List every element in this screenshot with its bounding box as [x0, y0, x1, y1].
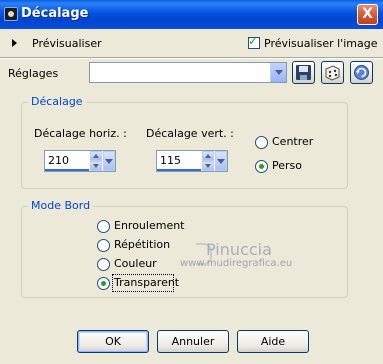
center-radio[interactable] [255, 136, 268, 149]
settings-dropdown[interactable] [89, 62, 287, 83]
spin-down-icon[interactable] [90, 161, 102, 171]
vertical-offset-label: Décalage vert. : [146, 127, 234, 140]
random-dice-icon [325, 65, 340, 81]
slider-track[interactable] [157, 169, 201, 171]
repeat-radio[interactable] [97, 239, 110, 252]
watermark-name: Pinuccia [206, 240, 272, 259]
transparent-radio-label[interactable]: Transparent [114, 276, 179, 289]
save-icon [296, 65, 311, 80]
transparent-radio[interactable] [97, 277, 110, 290]
checkmark-icon: ✓ [248, 34, 259, 48]
horizontal-offset-input[interactable]: 210 [48, 154, 69, 167]
ok-button[interactable]: OK [77, 330, 149, 353]
repeat-radio-label[interactable]: Répétition [114, 238, 170, 251]
dialog-window: Décalage X Prévisualiser ✓ Prévisualiser… [0, 0, 383, 364]
reset-icon [354, 65, 369, 80]
divider [0, 57, 383, 59]
settings-label: Réglages [8, 67, 59, 80]
color-radio[interactable] [97, 258, 110, 271]
preview-image-label[interactable]: Prévisualiser l'image [264, 37, 377, 50]
preview-row: Prévisualiser ✓ Prévisualiser l'image [0, 29, 383, 57]
slider-track[interactable] [45, 169, 89, 171]
window-title: Décalage [21, 6, 89, 21]
reset-button[interactable] [350, 61, 373, 84]
chevron-down-icon[interactable] [103, 151, 115, 171]
watermark: Pinuccia www.mudiregrafica.eu [178, 240, 298, 276]
expand-triangle-icon[interactable] [12, 39, 17, 47]
title-bar[interactable]: Décalage X [0, 0, 383, 29]
offset-group-title: Décalage [28, 95, 86, 108]
cancel-button[interactable]: Annuler [157, 330, 229, 353]
preview-toggle-label[interactable]: Prévisualiser [32, 37, 102, 50]
edge-mode-group-title: Mode Bord [28, 199, 94, 212]
wrap-radio-label[interactable]: Enroulement [114, 219, 185, 232]
help-button[interactable]: Aide [237, 330, 309, 353]
wrap-radio[interactable] [97, 220, 110, 233]
horizontal-offset-label: Décalage horiz. : [34, 127, 127, 140]
offset-group: Décalage Décalage horiz. : Décalage vert… [21, 95, 348, 189]
spin-down-icon[interactable] [202, 161, 214, 171]
spin-up-icon[interactable] [90, 151, 102, 161]
chevron-down-icon[interactable] [270, 63, 286, 82]
randomize-button[interactable] [321, 61, 344, 84]
center-radio-label[interactable]: Centrer [272, 135, 313, 148]
save-settings-button[interactable] [292, 61, 315, 84]
vertical-offset-input[interactable]: 115 [160, 154, 181, 167]
vertical-offset-stepper[interactable]: 115 [156, 150, 228, 172]
chevron-down-icon[interactable] [215, 151, 227, 171]
close-button[interactable]: X [357, 4, 378, 25]
app-icon [4, 7, 18, 21]
spin-up-icon[interactable] [202, 151, 214, 161]
custom-radio-label[interactable]: Perso [272, 159, 302, 172]
watermark-url: www.mudiregrafica.eu [180, 258, 293, 269]
horizontal-offset-stepper[interactable]: 210 [44, 150, 116, 172]
custom-radio[interactable] [255, 160, 268, 173]
color-radio-label[interactable]: Couleur [114, 257, 157, 270]
preview-image-checkbox[interactable]: ✓ [248, 34, 260, 49]
